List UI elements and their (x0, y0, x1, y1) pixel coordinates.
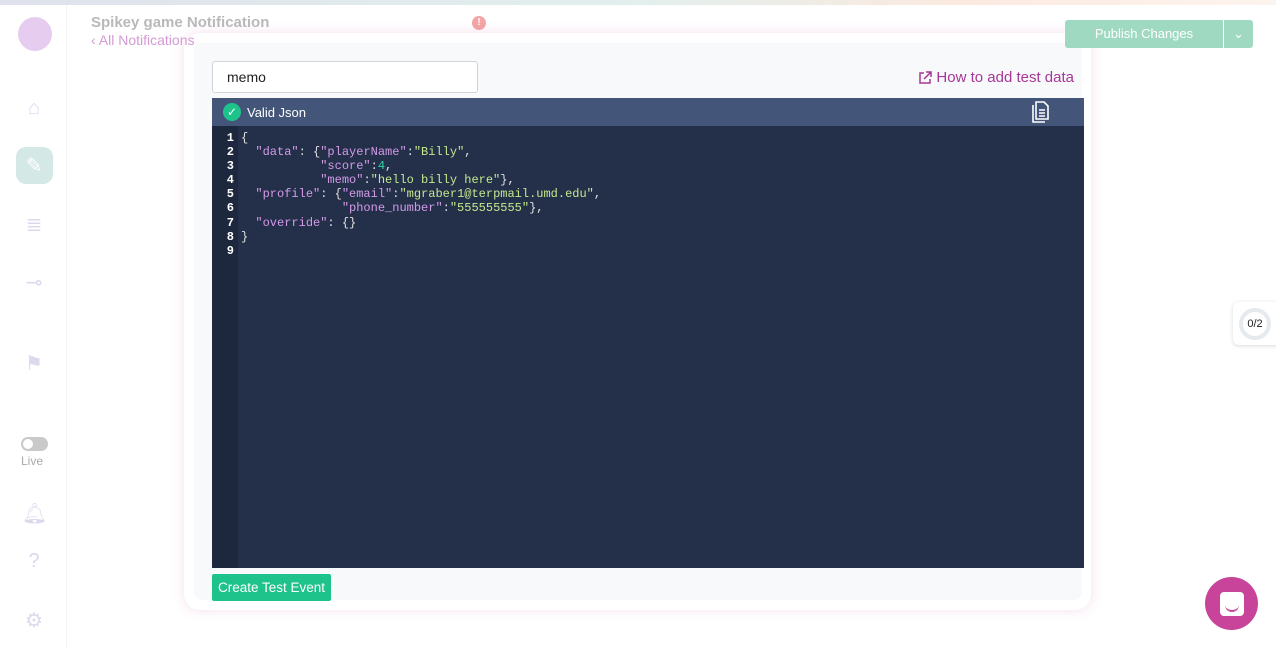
test-data-modal: How to add test data ✓ Valid Json 1 2 3 … (184, 33, 1091, 610)
publish-button[interactable]: Publish Changes ⌄ (1065, 20, 1253, 48)
bell-icon[interactable]: 🔔︎ (22, 501, 47, 525)
modal-body: How to add test data ✓ Valid Json 1 2 3 … (194, 43, 1084, 601)
json-status: Valid Json (247, 104, 307, 120)
progress-widget[interactable]: 0/2 (1233, 302, 1276, 345)
chat-button[interactable] (1205, 577, 1258, 630)
line-number: 1 (226, 131, 234, 145)
top-gradient-bar (0, 0, 1276, 5)
plug-icon[interactable]: ⊸ (22, 270, 46, 294)
database-icon[interactable]: ≣ (22, 212, 46, 236)
page-title: Spikey game Notification (91, 14, 270, 31)
progress-count: 0/2 (1239, 308, 1271, 340)
line-number: 6 (226, 201, 234, 216)
line-numbers: 1 2 3 4 5 6 7 8 9 (212, 126, 238, 568)
live-label: Live (21, 454, 44, 468)
json-code[interactable]: { "data": {"playerName":"Billy", "score"… (241, 131, 601, 244)
chevron-down-icon[interactable]: ⌄ (1224, 20, 1253, 48)
help-link[interactable]: How to add test data (918, 69, 1074, 86)
help-icon[interactable]: ? (22, 550, 46, 574)
live-toggle[interactable] (21, 437, 48, 451)
event-name-input[interactable] (212, 61, 478, 93)
line-number: 3 (226, 159, 234, 174)
alert-icon: ! (472, 16, 486, 30)
logo (18, 17, 52, 51)
sidebar: ⌂ ✎ ≣ ⊸ ⚑ Live 🔔︎ ? ⚙ (0, 5, 67, 648)
palette-icon: ✎ (25, 155, 43, 177)
back-link[interactable]: ‹ All Notifications (91, 32, 194, 48)
home-icon[interactable]: ⌂ (22, 97, 46, 121)
line-number: 7 (226, 215, 234, 230)
line-number: 8 (226, 229, 234, 244)
gear-icon[interactable]: ⚙ (22, 608, 46, 632)
line-number: 9 (226, 243, 234, 258)
copy-icon[interactable] (1032, 101, 1050, 123)
editor-status-bar: ✓ Valid Json (212, 98, 1084, 126)
chat-icon (1219, 591, 1244, 616)
create-test-event-button[interactable]: Create Test Event (212, 574, 331, 601)
publish-label[interactable]: Publish Changes (1065, 20, 1224, 48)
flag-icon[interactable]: ⚑ (22, 351, 46, 375)
check-icon: ✓ (223, 103, 241, 121)
line-number: 5 (226, 187, 234, 202)
line-number: 2 (226, 145, 234, 160)
external-link-icon (919, 70, 933, 84)
help-link-label: How to add test data (936, 69, 1074, 86)
json-editor[interactable]: 1 2 3 4 5 6 7 8 9 { "data": {"playerName… (212, 126, 1084, 568)
line-number: 4 (226, 173, 234, 188)
